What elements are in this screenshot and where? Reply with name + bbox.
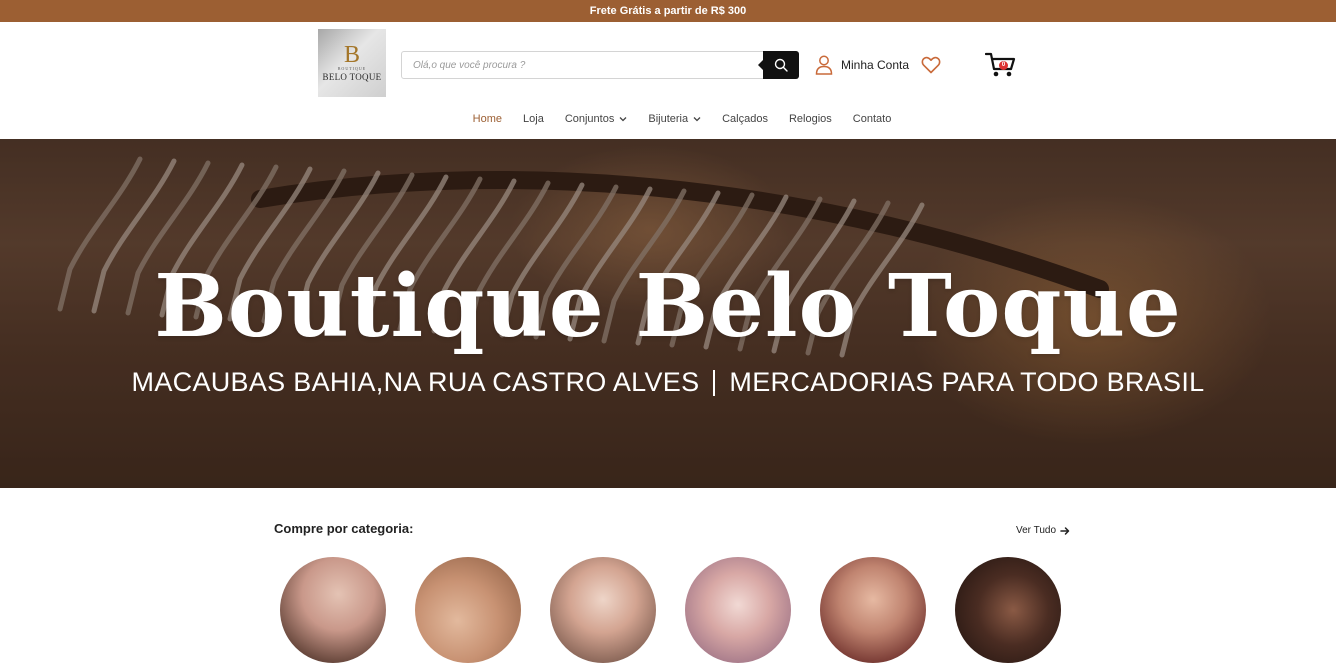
nav-item-contato[interactable]: Contato xyxy=(853,110,892,128)
search-bar xyxy=(401,51,799,79)
category-earrings[interactable] xyxy=(280,557,386,663)
category-watches[interactable] xyxy=(955,557,1061,663)
promo-text: Frete Grátis a partir de R$ 300 xyxy=(589,5,747,17)
nav-item-label: Home xyxy=(472,113,503,125)
nav-item-label: Bijuteria xyxy=(648,113,689,125)
nav-item-label: Calçados xyxy=(722,113,768,125)
brand-logo[interactable]: B BOUTIQUE BELO TOQUE xyxy=(318,29,386,97)
category-bracelets[interactable] xyxy=(415,557,521,663)
chevron-down-icon xyxy=(693,117,701,122)
wishlist-button[interactable] xyxy=(921,55,941,75)
hero-location-text: MACAUBAS BAHIA,NA RUA CASTRO ALVES xyxy=(131,367,700,397)
promo-bar: Frete Grátis a partir de R$ 300 xyxy=(0,0,1336,22)
search-input[interactable] xyxy=(402,52,764,78)
nav-item-conjuntos[interactable]: Conjuntos xyxy=(565,110,628,128)
chevron-down-icon xyxy=(619,117,627,122)
categories-title: Compre por categoria: xyxy=(274,521,414,536)
nav-item-label: Relogios xyxy=(788,113,832,125)
nav-item-bijuteria[interactable]: Bijuteria xyxy=(648,110,701,128)
logo-letter: B xyxy=(343,41,360,68)
cart-button[interactable]: 0 xyxy=(984,51,1017,79)
category-jewelry-sets[interactable] xyxy=(550,557,656,663)
category-carousel xyxy=(280,557,1080,663)
category-accessories[interactable] xyxy=(820,557,926,663)
search-icon xyxy=(774,58,788,72)
arrow-right-icon xyxy=(1060,526,1070,535)
hero-subtitle: MACAUBAS BAHIA,NA RUA CASTRO ALVES MERCA… xyxy=(0,367,1336,398)
heart-icon xyxy=(921,56,941,74)
see-all-link[interactable]: Ver Tudo xyxy=(1016,525,1070,536)
cart-count-badge: 0 xyxy=(999,61,1008,70)
nav-item-label: Conjuntos xyxy=(564,113,615,125)
user-icon xyxy=(815,55,833,75)
nav-item-loja[interactable]: Loja xyxy=(523,110,544,128)
nav-item-label: Loja xyxy=(523,113,544,125)
account-label: Minha Conta xyxy=(841,58,910,72)
nav-item-cal-ados[interactable]: Calçados xyxy=(722,110,768,128)
category-necklaces[interactable] xyxy=(685,557,791,663)
search-button[interactable] xyxy=(758,51,799,79)
logo-name: BELO TOQUE xyxy=(322,71,382,82)
hero-banner: Boutique Belo Toque MACAUBAS BAHIA,NA RU… xyxy=(0,139,1336,488)
account-link[interactable]: Minha Conta xyxy=(815,55,909,75)
hero-divider xyxy=(713,369,716,396)
nav-item-relogios[interactable]: Relogios xyxy=(789,110,832,128)
nav-item-label: Contato xyxy=(852,113,892,125)
see-all-label: Ver Tudo xyxy=(1016,525,1057,536)
site-header: B BOUTIQUE BELO TOQUE Minha Conta 0 xyxy=(0,22,1336,139)
hero-shipping-text: MERCADORIAS PARA TODO BRASIL xyxy=(729,367,1205,397)
hero-title: Boutique Belo Toque xyxy=(154,256,1182,357)
nav-item-home[interactable]: Home xyxy=(473,110,502,128)
main-navigation: Home Loja Conjuntos Bijuteria Calçados Relogi… xyxy=(0,110,1336,128)
